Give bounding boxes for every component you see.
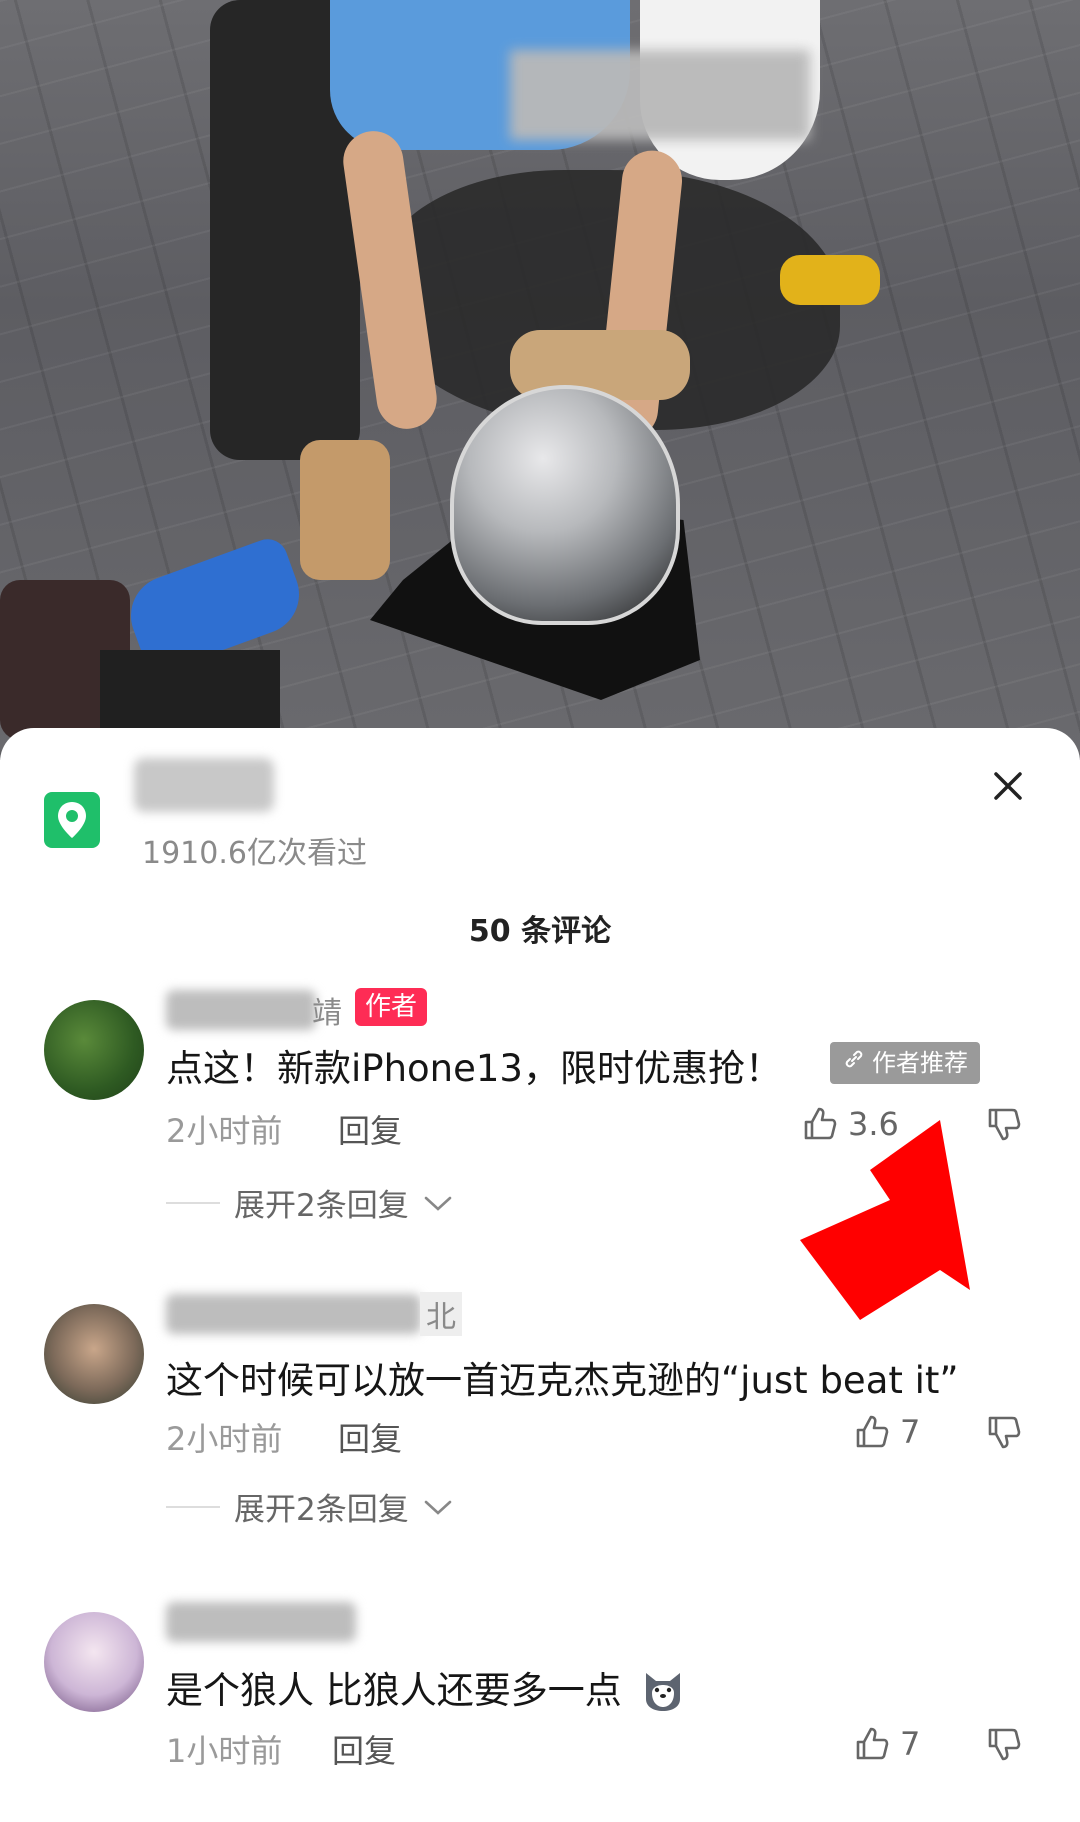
location-title-blurred[interactable] (134, 758, 274, 812)
comment-time: 1小时前 (166, 1732, 283, 1770)
expand-replies-button[interactable]: 展开2条回复 (166, 1180, 453, 1225)
dog-emoji-icon (638, 1663, 688, 1722)
comment-text[interactable]: 点这！新款iPhone13，限时优惠抢！ (166, 1038, 782, 1092)
annotation-arrow-icon (800, 1120, 970, 1320)
thumbs-down-icon (988, 1108, 1021, 1141)
expand-replies-button[interactable]: 展开2条回复 (166, 1484, 453, 1529)
tag-label: 作者推荐 (872, 1049, 968, 1077)
skylight-dome (450, 385, 680, 625)
chevron-down-icon (424, 1196, 452, 1211)
author-recommend-tag[interactable]: 作者推荐 (830, 1042, 980, 1084)
expand-replies-label: 展开2条回复 (234, 1492, 409, 1528)
comment-text-content: 是个狼人 比狼人还要多一点 (166, 1669, 622, 1712)
avatar[interactable] (44, 1304, 144, 1404)
dislike-button[interactable] (984, 1104, 1024, 1148)
thumbs-up-icon (856, 1415, 889, 1448)
link-icon (842, 1042, 866, 1084)
thumbs-down-icon (988, 1728, 1021, 1761)
reply-button[interactable]: 回复 (332, 1726, 396, 1772)
video-frame[interactable] (0, 0, 1080, 760)
like-count: 7 (900, 1413, 921, 1451)
divider (166, 1505, 220, 1508)
comment-count: 50 条评论 (468, 914, 612, 949)
username-blurred[interactable] (166, 1602, 356, 1642)
thumbs-down-icon (988, 1416, 1021, 1449)
author-badge: 作者 (355, 988, 428, 1026)
username-blurred[interactable] (166, 990, 316, 1030)
dislike-button[interactable] (984, 1724, 1024, 1768)
power-drill (780, 255, 880, 305)
dislike-button[interactable] (984, 1412, 1024, 1456)
avatar[interactable] (44, 1612, 144, 1712)
avatar[interactable] (44, 1000, 144, 1100)
like-count: 7 (900, 1725, 921, 1763)
username-tail[interactable]: 北 (420, 1292, 462, 1336)
location-pin-icon[interactable] (44, 792, 100, 848)
location-view-count: 1910.6亿次看过 (142, 836, 367, 871)
worker-boot (300, 440, 390, 580)
thumbs-up-icon (856, 1727, 889, 1760)
close-icon[interactable] (986, 764, 1030, 808)
comment-text[interactable]: 是个狼人 比狼人还要多一点 (166, 1660, 688, 1722)
like-button[interactable]: 7 (852, 1412, 920, 1452)
reply-button[interactable]: 回复 (338, 1106, 402, 1152)
chevron-down-icon (424, 1500, 452, 1515)
divider (166, 1201, 220, 1204)
username-tail[interactable]: 靖 (312, 988, 342, 1032)
comment-text[interactable]: 这个时候可以放一首迈克杰克逊的“just beat it” (166, 1350, 959, 1404)
comment-time: 2小时前 (166, 1420, 283, 1458)
username-blurred[interactable] (166, 1294, 421, 1334)
comment-time: 2小时前 (166, 1112, 283, 1150)
blurred-face (510, 50, 810, 140)
expand-replies-label: 展开2条回复 (234, 1188, 409, 1224)
reply-button[interactable]: 回复 (338, 1414, 402, 1460)
like-button[interactable]: 7 (852, 1724, 920, 1764)
